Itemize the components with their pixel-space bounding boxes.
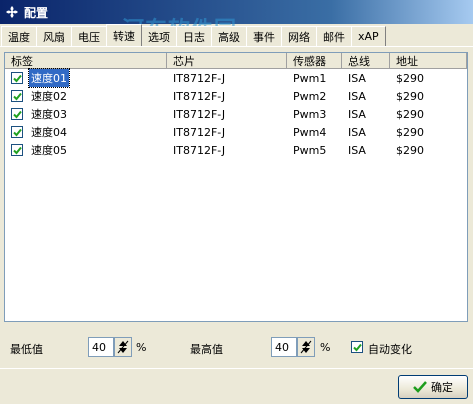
- auto-change-checkbox[interactable]: [351, 341, 363, 353]
- address-cell: $290: [396, 125, 424, 139]
- chip-cell: IT8712F-J: [173, 125, 226, 139]
- address-cell: $290: [396, 143, 424, 157]
- min-value-input[interactable]: [88, 337, 114, 357]
- label-cell: 速度01: [5, 68, 167, 88]
- column-header-sensor[interactable]: 传感器: [287, 53, 342, 69]
- check-icon: [12, 146, 22, 154]
- tab-xap[interactable]: xAP: [351, 26, 386, 46]
- address-cell: $290: [396, 107, 424, 121]
- max-value-input[interactable]: [271, 337, 297, 357]
- tab-events[interactable]: 事件: [246, 26, 282, 46]
- address-cell: $290: [396, 89, 424, 103]
- check-icon: [352, 343, 362, 351]
- max-value-label: 最高值: [190, 343, 223, 356]
- dialog-footer: 确定: [0, 368, 473, 404]
- column-header-bus[interactable]: 总线: [342, 53, 390, 69]
- bus-cell: ISA: [348, 143, 366, 157]
- sensor-list[interactable]: 标签 芯片 传感器 总线 地址 速度01 IT8712F-J Pwm1 ISA …: [4, 52, 468, 322]
- label-cell: 速度05: [5, 141, 167, 159]
- check-icon: [12, 92, 22, 100]
- check-icon: [12, 74, 22, 82]
- label-cell: 速度04: [5, 123, 167, 141]
- sensor-cell: Pwm1: [293, 71, 327, 85]
- sensor-cell: Pwm2: [293, 89, 327, 103]
- bus-cell: ISA: [348, 125, 366, 139]
- column-header-label[interactable]: 标签: [5, 53, 167, 69]
- row-label[interactable]: 速度02: [29, 87, 69, 105]
- row-checkbox[interactable]: [11, 90, 23, 102]
- sensor-cell: Pwm5: [293, 143, 327, 157]
- label-cell: 速度02: [5, 87, 167, 105]
- row-label[interactable]: 速度04: [29, 123, 69, 141]
- tab-mail[interactable]: 邮件: [316, 26, 352, 46]
- max-unit: %: [320, 341, 331, 354]
- tab-temperature[interactable]: 温度: [1, 26, 37, 46]
- tab-fan[interactable]: 风扇: [36, 26, 72, 46]
- ok-button-label: 确定: [431, 381, 453, 394]
- table-row[interactable]: 速度02 IT8712F-J Pwm2 ISA $290: [5, 87, 467, 105]
- window-title: 配置: [24, 5, 49, 20]
- max-value-spinner[interactable]: [297, 337, 315, 357]
- tab-panel: 标签 芯片 传感器 总线 地址 速度01 IT8712F-J Pwm1 ISA …: [0, 46, 473, 326]
- row-checkbox[interactable]: [11, 72, 23, 84]
- fan-icon: [4, 4, 20, 20]
- min-unit: %: [136, 341, 147, 354]
- tab-strip: 温度 风扇 电压 转速 选项 日志 高级 事件 网络 邮件 xAP: [0, 24, 473, 46]
- tab-network[interactable]: 网络: [281, 26, 317, 46]
- row-label[interactable]: 速度05: [29, 141, 69, 159]
- chip-cell: IT8712F-J: [173, 89, 226, 103]
- row-checkbox[interactable]: [11, 126, 23, 138]
- tab-voltage[interactable]: 电压: [71, 26, 107, 46]
- table-row[interactable]: 速度01 IT8712F-J Pwm1 ISA $290: [5, 68, 467, 88]
- chip-cell: IT8712F-J: [173, 107, 226, 121]
- bus-cell: ISA: [348, 71, 366, 85]
- min-value-spinner[interactable]: [114, 337, 132, 357]
- up-down-arrow-icon: [300, 340, 312, 354]
- label-cell: 速度03: [5, 105, 167, 123]
- check-icon: [12, 128, 22, 136]
- row-checkbox[interactable]: [11, 144, 23, 156]
- table-row[interactable]: 速度03 IT8712F-J Pwm3 ISA $290: [5, 105, 467, 123]
- table-row[interactable]: 速度05 IT8712F-J Pwm5 ISA $290: [5, 141, 467, 159]
- ok-button[interactable]: 确定: [398, 375, 468, 399]
- row-checkbox[interactable]: [11, 108, 23, 120]
- tab-advanced[interactable]: 高级: [211, 26, 247, 46]
- tab-speed[interactable]: 转速: [106, 24, 142, 46]
- min-value-label: 最低值: [10, 343, 43, 356]
- sensor-cell: Pwm3: [293, 107, 327, 121]
- column-header-chip[interactable]: 芯片: [167, 53, 287, 69]
- threshold-controls: 最低值 % 最高值 % 自动变化: [0, 330, 473, 366]
- tab-log[interactable]: 日志: [176, 26, 212, 46]
- list-header: 标签 芯片 传感器 总线 地址: [5, 53, 467, 69]
- check-icon: [12, 110, 22, 118]
- tab-options[interactable]: 选项: [141, 26, 177, 46]
- column-header-address[interactable]: 地址: [390, 53, 467, 69]
- chip-cell: IT8712F-J: [173, 71, 226, 85]
- table-row[interactable]: 速度04 IT8712F-J Pwm4 ISA $290: [5, 123, 467, 141]
- row-label[interactable]: 速度01: [28, 68, 70, 88]
- chip-cell: IT8712F-J: [173, 143, 226, 157]
- bus-cell: ISA: [348, 107, 366, 121]
- bus-cell: ISA: [348, 89, 366, 103]
- up-down-arrow-icon: [117, 340, 129, 354]
- sensor-cell: Pwm4: [293, 125, 327, 139]
- auto-change-label[interactable]: 自动变化: [368, 341, 412, 357]
- checkmark-icon: [413, 381, 427, 393]
- address-cell: $290: [396, 71, 424, 85]
- title-bar: 配置: [0, 0, 473, 24]
- row-label[interactable]: 速度03: [29, 105, 69, 123]
